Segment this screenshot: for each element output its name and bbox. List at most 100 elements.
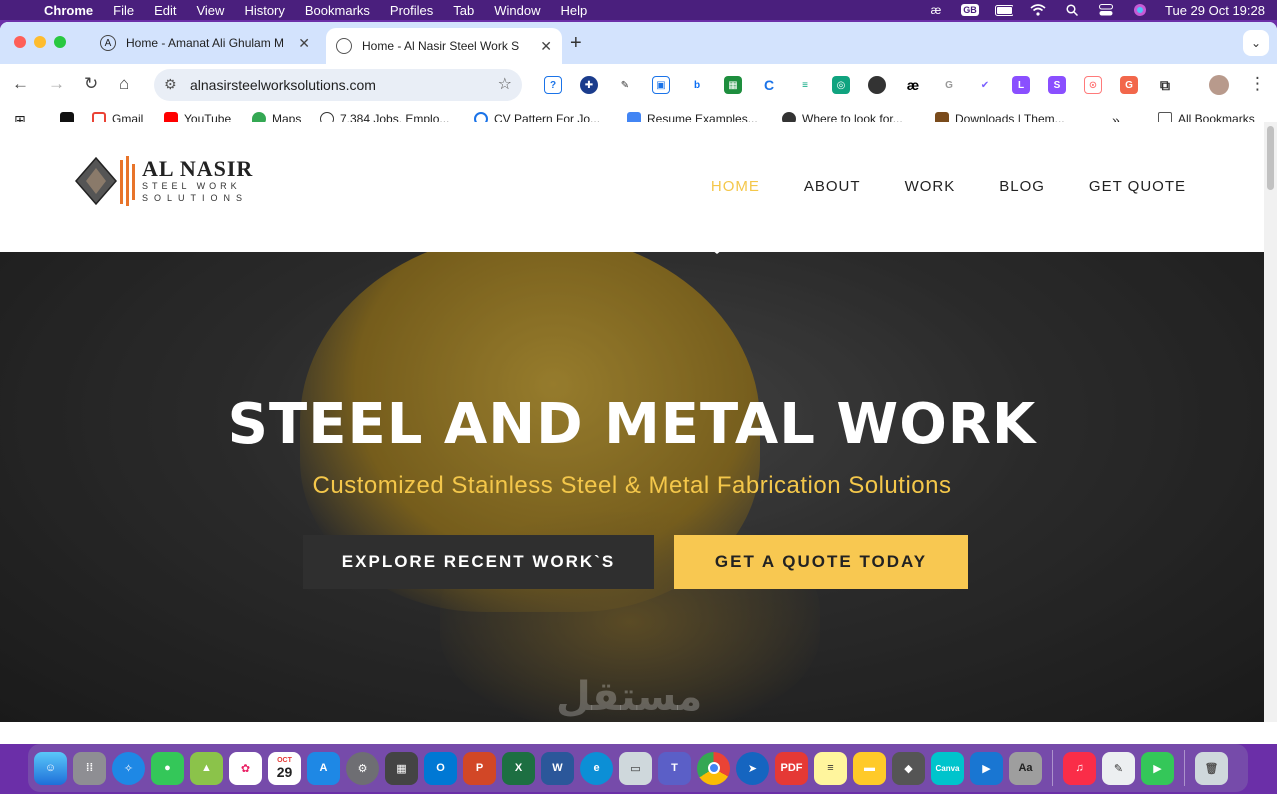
l-extension-icon[interactable]: L (1012, 76, 1030, 94)
hero-section: STEEL AND METAL WORK Customized Stainles… (0, 252, 1264, 722)
textedit-icon[interactable]: ✎ (1102, 751, 1135, 785)
menu-window[interactable]: Window (494, 3, 540, 18)
wifi-icon[interactable] (1029, 4, 1047, 16)
dock-separator (1184, 750, 1185, 786)
menu-history[interactable]: History (244, 3, 284, 18)
edge-icon[interactable]: e (580, 751, 613, 785)
font-book-icon[interactable]: Aa (1009, 751, 1042, 785)
preview-icon[interactable]: ▭ (619, 751, 652, 785)
reload-icon[interactable]: ↻ (84, 74, 98, 94)
minimize-window-button[interactable] (34, 36, 46, 48)
extension-icon[interactable]: ? (544, 76, 562, 94)
pdf-reader-icon[interactable]: PDF (775, 751, 808, 785)
ae-status-icon[interactable]: æ (927, 3, 945, 17)
f-extension-icon[interactable]: ≡ (796, 76, 814, 94)
telegram-icon[interactable]: ➤ (736, 751, 769, 785)
calendar-icon[interactable]: OCT 29 (268, 751, 301, 785)
c-extension-icon[interactable]: C (760, 76, 778, 94)
site-logo[interactable]: AL NASIR STEEL WORK SOLUTIONS (72, 154, 253, 208)
menu-app-name[interactable]: Chrome (44, 3, 93, 18)
powerpoint-icon[interactable]: P (463, 751, 496, 785)
notes-icon[interactable]: ≡ (814, 751, 847, 785)
launchpad-icon[interactable]: ⁞⁞ (73, 751, 106, 785)
menu-file[interactable]: File (113, 3, 134, 18)
tab-search-chevron-icon[interactable]: ⌄ (1243, 30, 1269, 56)
music-icon[interactable]: ♫ (1063, 751, 1096, 785)
menu-view[interactable]: View (196, 3, 224, 18)
tab-close-icon[interactable]: ✕ (540, 38, 552, 55)
menu-profiles[interactable]: Profiles (390, 3, 433, 18)
chatgpt-extension-icon[interactable]: ◎ (832, 76, 850, 94)
tab-close-icon[interactable]: ✕ (298, 35, 310, 52)
safari-icon[interactable]: ✧ (112, 751, 145, 785)
chrome-icon[interactable] (697, 751, 730, 785)
explore-recent-works-button[interactable]: EXPLORE RECENT WORK`S (303, 535, 654, 589)
vpn-icon[interactable]: ▶ (970, 751, 1003, 785)
menu-bookmarks[interactable]: Bookmarks (305, 3, 370, 18)
menu-bar-clock[interactable]: Tue 29 Oct 19:28 (1165, 3, 1265, 18)
bing-extension-icon[interactable]: b (688, 76, 706, 94)
new-tab-icon[interactable]: + (570, 32, 582, 55)
nav-blog[interactable]: BLOG (999, 178, 1045, 195)
photos-icon[interactable]: ✿ (229, 751, 262, 785)
extension-icon[interactable]: ✚ (580, 76, 598, 94)
word-icon[interactable]: W (541, 751, 574, 785)
page-scrollbar[interactable] (1264, 122, 1277, 722)
tab-amanat[interactable]: A Home - Amanat Ali Ghulam M ✕ (90, 28, 320, 58)
profile-avatar[interactable] (1209, 75, 1229, 95)
nav-get-quote[interactable]: GET QUOTE (1089, 178, 1186, 195)
chrome-menu-icon[interactable]: ⋮ (1249, 74, 1266, 94)
site-info-icon[interactable]: ⚙ (164, 76, 177, 93)
menu-tab[interactable]: Tab (453, 3, 474, 18)
get-a-quote-button[interactable]: GET A QUOTE TODAY (674, 535, 968, 589)
grey-extension-icon[interactable]: G (940, 76, 958, 94)
system-settings-icon[interactable]: ⚙ (346, 751, 379, 785)
maps-dock-icon[interactable]: ▲ (190, 751, 223, 785)
canva-icon[interactable]: Canva (931, 751, 964, 785)
spotlight-search-icon[interactable] (1063, 4, 1081, 16)
calculator-icon[interactable]: ▦ (385, 751, 418, 785)
outlook-icon[interactable]: O (424, 751, 457, 785)
menu-edit[interactable]: Edit (154, 3, 176, 18)
forward-arrow-icon[interactable]: → (48, 74, 65, 94)
ae-extension-icon[interactable]: æ (904, 76, 922, 94)
url-text[interactable]: alnasirsteelworksolutions.com (190, 77, 376, 93)
excel-icon[interactable]: X (502, 751, 535, 785)
input-source-icon[interactable]: GB (961, 4, 980, 16)
home-icon[interactable]: ⌂ (119, 74, 129, 94)
close-window-button[interactable] (14, 36, 26, 48)
extension-icon[interactable]: ▣ (652, 76, 670, 94)
messages-icon[interactable]: ● (151, 751, 184, 785)
nav-about[interactable]: ABOUT (804, 178, 861, 195)
trash-icon[interactable]: 🗑 (1195, 751, 1228, 785)
teams-icon[interactable]: T (658, 751, 691, 785)
pink-extension-icon[interactable]: ⊙ (1084, 76, 1102, 94)
browser-toolbar: ← → ↻ ⌂ ⚙ alnasirsteelworksolutions.com … (0, 64, 1277, 106)
control-center-icon[interactable] (1097, 4, 1115, 16)
puzzle-extensions-icon[interactable]: ⧉ (1156, 76, 1174, 94)
logo-text: AL NASIR STEEL WORK SOLUTIONS (142, 158, 253, 204)
gimp-icon[interactable]: ◆ (892, 751, 925, 785)
zoom-window-button[interactable] (54, 36, 66, 48)
sheet-extension-icon[interactable]: ▦ (724, 76, 742, 94)
address-bar[interactable]: ⚙ alnasirsteelworksolutions.com ☆ (154, 69, 522, 101)
facetime-icon[interactable]: ▶ (1141, 751, 1174, 785)
nav-work[interactable]: WORK (905, 178, 956, 195)
back-arrow-icon[interactable]: ← (12, 74, 29, 94)
eyedropper-extension-icon[interactable]: ✎ (616, 76, 634, 94)
battery-icon[interactable] (995, 4, 1014, 16)
calendar-month: OCT (277, 756, 292, 764)
scrollbar-thumb[interactable] (1267, 126, 1274, 190)
folder-app-icon[interactable]: ▬ (853, 751, 886, 785)
tab-al-nasir[interactable]: Home - Al Nasir Steel Work S ✕ (326, 28, 562, 64)
menu-help[interactable]: Help (561, 3, 588, 18)
finder-icon[interactable]: ☺ (34, 751, 67, 785)
g-extension-icon[interactable]: G (1120, 76, 1138, 94)
siri-icon[interactable] (1131, 4, 1149, 16)
bookmark-star-icon[interactable]: ☆ (498, 74, 512, 94)
nav-home[interactable]: HOME (711, 178, 760, 195)
s-extension-icon[interactable]: S (1048, 76, 1066, 94)
app-store-icon[interactable]: A (307, 751, 340, 785)
dark-circle-extension-icon[interactable] (868, 76, 886, 94)
check-extension-icon[interactable]: ✔ (976, 76, 994, 94)
